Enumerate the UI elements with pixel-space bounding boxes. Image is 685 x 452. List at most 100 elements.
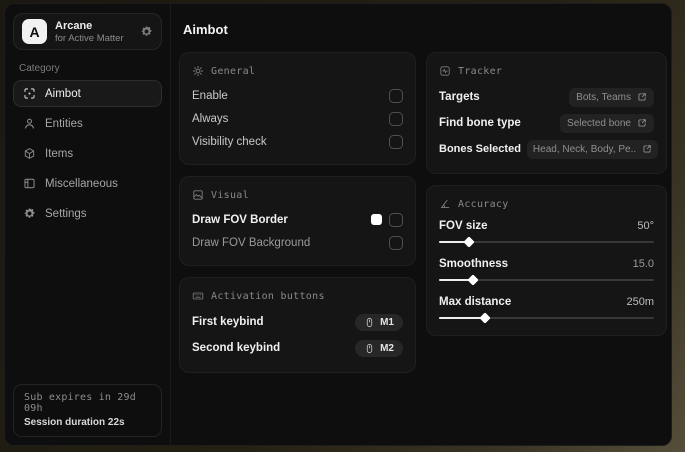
sidebar: A Arcane for Active Matter Category Aimb… [5,4,171,445]
panel-title: Activation buttons [211,290,325,302]
sidebar-item-label: Settings [45,207,87,220]
setting-label: Find bone type [439,117,521,129]
setting-row-targets: Targets Bots, Teams [439,84,654,110]
panel-title: Visual [211,189,249,201]
fov-size-value: 50° [637,220,654,232]
expand-icon [642,144,652,154]
category-nav: Aimbot Entities Items Miscellaneous Sett… [13,80,162,227]
setting-label: Smoothness [439,258,509,270]
tracker-panel: Tracker Targets Bots, Teams Find bone ty… [426,52,667,174]
enable-checkbox[interactable] [389,88,403,103]
keybind-value: M2 [380,342,394,354]
panel-title: Accuracy [458,198,509,210]
keyboard-icon [192,290,204,302]
general-panel: General Enable Always Visibility check [179,52,416,165]
draw-fov-background-checkbox[interactable] [389,235,403,250]
main-area: Aimbot General Enable Always Visibility … [171,4,671,445]
app-subtitle: for Active Matter [55,32,124,44]
bones-selected-dropdown[interactable]: Head, Neck, Body, Pe.. [526,139,659,159]
slider-thumb[interactable] [463,236,475,248]
activation-buttons-panel: Activation buttons First keybind M1 Seco… [179,277,416,373]
setting-row-draw-fov-border: Draw FOV Border [192,208,403,231]
setting-label: FOV size [439,220,488,232]
draw-fov-border-checkbox[interactable] [389,212,403,227]
always-checkbox[interactable] [389,111,403,126]
expand-icon [637,118,647,128]
setting-label: Draw FOV Border [192,213,288,226]
sidebar-item-label: Items [45,147,74,160]
setting-row-visibility-check: Visibility check [192,130,403,153]
sun-icon [192,65,204,77]
page-title: Aimbot [183,22,228,37]
setting-row-always: Always [192,107,403,130]
find-bone-type-dropdown[interactable]: Selected bone [560,113,654,133]
sidebar-item-label: Miscellaneous [45,177,118,190]
image-frame-icon [192,189,204,201]
setting-label: Max distance [439,296,512,308]
cube-icon [23,147,36,160]
targets-dropdown[interactable]: Bots, Teams [569,87,654,107]
sidebar-item-miscellaneous[interactable]: Miscellaneous [13,170,162,197]
keybind-value: M1 [380,316,394,328]
slider-fill [439,317,486,319]
slider-thumb[interactable] [467,274,480,286]
setting-label: First keybind [192,316,264,328]
panel-title: General [211,65,256,77]
entity-person-icon [23,117,36,130]
slider-thumb[interactable] [479,312,491,324]
max-distance-slider[interactable] [439,312,654,324]
setting-label: Visibility check [192,135,267,148]
setting-label: Always [192,112,229,125]
setting-row-bones-selected: Bones Selected Head, Neck, Body, Pe.. [439,136,659,162]
category-label: Category [19,63,60,74]
setting-row-first-keybind: First keybind M1 [192,309,403,335]
setting-row-second-keybind: Second keybind M2 [192,335,403,361]
gear-icon[interactable] [140,25,153,38]
setting-label: Enable [192,89,228,102]
setting-row-enable: Enable [192,84,403,107]
sidebar-item-items[interactable]: Items [13,140,162,167]
second-keybind-button[interactable]: M2 [355,339,403,357]
angle-icon [439,198,451,210]
first-keybind-button[interactable]: M1 [355,313,403,331]
setting-label: Second keybind [192,342,281,354]
mouse-icon [364,343,375,354]
app-header-card: A Arcane for Active Matter [13,13,162,50]
gear-icon [23,207,36,220]
app-name: Arcane [55,19,93,32]
setting-row-find-bone-type: Find bone type Selected bone [439,110,654,136]
sub-expiry-text: Sub expires in 29d 09h [24,392,136,414]
setting-row-smoothness: Smoothness 15.0 [439,255,654,286]
visual-panel: Visual Draw FOV Border Draw FOV Backgrou… [179,176,416,266]
app-window: A Arcane for Active Matter Category Aimb… [4,3,672,446]
sidebar-item-entities[interactable]: Entities [13,110,162,137]
mouse-icon [364,317,375,328]
layout-list-icon [23,177,36,190]
smoothness-slider[interactable] [439,274,654,286]
subscription-status-card: Sub expires in 29d 09h Session duration … [13,384,162,437]
crosshair-scan-icon [23,87,36,100]
setting-label: Targets [439,91,480,103]
sidebar-item-label: Entities [45,117,83,130]
setting-row-fov-size: FOV size 50° [439,217,654,248]
setting-label: Bones Selected [439,143,521,155]
accuracy-panel: Accuracy FOV size 50° Smoothness 15.0 Ma… [426,185,667,336]
fov-size-slider[interactable] [439,236,654,248]
sidebar-item-aimbot[interactable]: Aimbot [13,80,162,107]
visibility-check-checkbox[interactable] [389,134,403,149]
sidebar-item-label: Aimbot [45,87,81,100]
pulse-target-icon [439,65,451,77]
panel-title: Tracker [458,65,503,77]
session-duration-text: Session duration 22s [24,417,125,428]
max-distance-value: 250m [626,296,654,308]
sidebar-item-settings[interactable]: Settings [13,200,162,227]
fov-border-color-swatch[interactable] [371,214,382,225]
smoothness-value: 15.0 [632,258,654,270]
dropdown-value: Head, Neck, Body, Pe.. [532,143,637,155]
dropdown-value: Selected bone [567,117,631,129]
setting-label: Draw FOV Background [192,236,311,249]
app-logo: A [22,19,47,44]
dropdown-value: Bots, Teams [576,91,631,103]
setting-row-draw-fov-background: Draw FOV Background [192,231,403,254]
expand-icon [637,92,647,102]
